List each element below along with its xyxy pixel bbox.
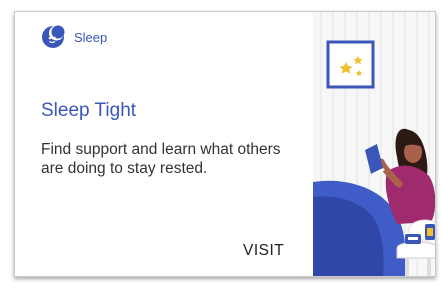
card-title[interactable]: Sleep Tight	[41, 100, 136, 122]
brand-label: Sleep	[74, 29, 108, 45]
card-description: Find support and learn what others are d…	[41, 141, 281, 177]
wall-frame	[326, 40, 375, 89]
card-header: Sleep	[41, 25, 107, 49]
visit-button[interactable]: VISIT	[243, 242, 284, 260]
moon-face-icon	[42, 25, 65, 48]
reading-in-bed-illustration	[313, 12, 435, 276]
sleep-card[interactable]: Sleep Sleep Tight Find support and learn…	[14, 11, 436, 277]
